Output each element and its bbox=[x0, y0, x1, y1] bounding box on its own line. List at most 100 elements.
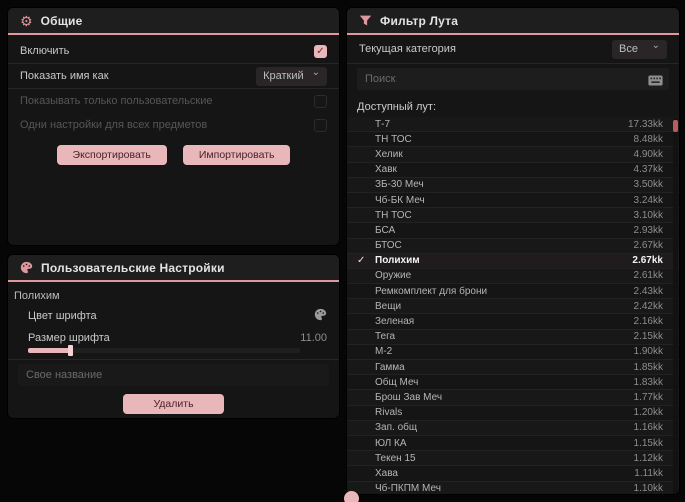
loot-name: БТОС bbox=[375, 240, 402, 252]
loot-row[interactable]: ✓ Полихим 2.67kk bbox=[347, 253, 679, 269]
loot-value: 2.42kk bbox=[633, 300, 663, 312]
font-size-row: Размер шрифта 11.00 bbox=[8, 328, 339, 348]
loot-value: 4.37kk bbox=[633, 164, 663, 176]
gear-icon: ⚙ bbox=[20, 12, 33, 29]
delete-button[interactable]: Удалить bbox=[123, 394, 224, 414]
loot-row[interactable]: Зеленая 2.16kk bbox=[347, 314, 679, 330]
loot-value: 1.20kk bbox=[633, 407, 663, 419]
category-label: Текущая категория bbox=[359, 43, 456, 55]
same-settings-checkbox[interactable] bbox=[314, 118, 327, 132]
loot-name: Чб-ПКПМ Меч bbox=[375, 483, 441, 494]
selected-item-name: Полихим bbox=[14, 290, 60, 302]
import-button[interactable]: Импортировать bbox=[182, 145, 291, 165]
keyboard-icon[interactable] bbox=[648, 73, 663, 91]
custom-panel-title: Пользовательские Настройки bbox=[41, 260, 225, 275]
same-settings-row: Одни настройки для всех предметов bbox=[8, 113, 339, 137]
loot-row[interactable]: БТОС 2.67kk bbox=[347, 238, 679, 254]
loot-value: 2.67kk bbox=[632, 255, 663, 267]
loot-list-label: Доступный лут: bbox=[357, 101, 437, 113]
enable-label: Включить bbox=[20, 45, 70, 57]
loot-name: Оружие bbox=[375, 270, 412, 282]
display-name-label: Показать имя как bbox=[20, 70, 109, 82]
row-divider bbox=[347, 63, 679, 64]
panel-custom-settings: Пользовательские Настройки Полихим Цвет … bbox=[8, 255, 339, 418]
resize-grip-icon[interactable] bbox=[344, 491, 359, 502]
loot-list: Т-7 17.33kk ТН ТОС 8.48kk Хелик 4.90kk Х… bbox=[347, 117, 679, 494]
loot-row[interactable]: ЗБ-30 Меч 3.50kk bbox=[347, 177, 679, 193]
loot-value: 17.33kk bbox=[627, 118, 663, 130]
check-icon: ✓ bbox=[357, 255, 366, 267]
loot-row[interactable]: Брош Зав Меч 1.77kk bbox=[347, 390, 679, 406]
loot-row[interactable]: ТН ТОС 8.48kk bbox=[347, 132, 679, 148]
export-button[interactable]: Экспортировать bbox=[56, 145, 167, 165]
loot-row[interactable]: Хелик 4.90kk bbox=[347, 147, 679, 163]
only-custom-row: Показывать только пользовательские bbox=[8, 89, 339, 113]
loot-row[interactable]: М-2 1.90kk bbox=[347, 345, 679, 360]
loot-name: Rivals bbox=[375, 407, 403, 419]
loot-value: 1.12kk bbox=[633, 452, 663, 464]
loot-value: 2.61kk bbox=[633, 270, 663, 282]
loot-value: 1.15kk bbox=[633, 437, 663, 449]
loot-row[interactable]: Чб-ПКПМ Меч 1.10kk bbox=[347, 481, 679, 494]
loot-name: Текен 15 bbox=[375, 452, 416, 464]
font-size-slider[interactable] bbox=[8, 345, 339, 359]
loot-name: Ремкомплект для брони bbox=[375, 285, 488, 297]
loot-value: 1.16kk bbox=[633, 422, 663, 434]
loot-row[interactable]: Т-7 17.33kk bbox=[347, 117, 679, 133]
filter-panel-title: Фильтр Лута bbox=[380, 13, 459, 28]
font-size-value: 11.00 bbox=[300, 332, 327, 344]
loot-row[interactable]: Общ Меч 1.83kk bbox=[347, 375, 679, 391]
loot-row[interactable]: ТН ТОС 3.10kk bbox=[347, 208, 679, 224]
display-name-row: Показать имя как Краткий bbox=[8, 64, 339, 88]
loot-row[interactable]: Вещи 2.42kk bbox=[347, 299, 679, 315]
scrollbar-thumb[interactable] bbox=[673, 120, 678, 132]
loot-row[interactable]: Rivals 1.20kk bbox=[347, 406, 679, 421]
general-panel-header: ⚙ Общие bbox=[8, 8, 339, 33]
loot-row[interactable]: Гамма 1.85kk bbox=[347, 360, 679, 376]
panel-general: ⚙ Общие Включить Показать имя как Кратки… bbox=[8, 8, 339, 245]
search-input[interactable] bbox=[357, 68, 669, 90]
loot-name: ТН ТОС bbox=[375, 133, 412, 145]
scrollbar[interactable] bbox=[673, 118, 678, 494]
loot-row[interactable]: Зап. общ 1.16kk bbox=[347, 420, 679, 436]
loot-value: 1.11kk bbox=[634, 467, 663, 479]
display-name-dropdown[interactable]: Краткий bbox=[256, 66, 327, 86]
only-custom-checkbox[interactable] bbox=[314, 94, 327, 108]
loot-row[interactable]: БСА 2.93kk bbox=[347, 223, 679, 239]
loot-value: 4.90kk bbox=[633, 148, 663, 160]
font-color-label: Цвет шрифта bbox=[28, 310, 97, 322]
loot-row[interactable]: Хава 1.11kk bbox=[347, 466, 679, 482]
slider-track[interactable] bbox=[28, 345, 300, 356]
loot-name: Зап. общ bbox=[375, 422, 418, 434]
loot-value: 1.10kk bbox=[633, 483, 663, 494]
font-size-label: Размер шрифта bbox=[28, 332, 110, 344]
loot-name: Брош Зав Меч bbox=[375, 391, 443, 403]
color-palette-icon[interactable] bbox=[314, 308, 327, 324]
loot-value: 3.24kk bbox=[633, 194, 663, 206]
loot-name: Гамма bbox=[375, 361, 405, 373]
loot-value: 2.16kk bbox=[633, 316, 663, 328]
loot-row[interactable]: Ремкомплект для брони 2.43kk bbox=[347, 284, 679, 300]
loot-name: Хелик bbox=[375, 148, 403, 160]
enable-checkbox[interactable] bbox=[314, 44, 327, 58]
loot-row[interactable]: Тега 2.15kk bbox=[347, 329, 679, 345]
custom-name-input[interactable] bbox=[18, 364, 329, 386]
enable-row: Включить bbox=[8, 39, 339, 63]
loot-row[interactable]: Оружие 2.61kk bbox=[347, 268, 679, 285]
loot-value: 1.85kk bbox=[633, 361, 663, 373]
only-custom-label: Показывать только пользовательские bbox=[20, 95, 213, 107]
loot-row[interactable]: Хавк 4.37kk bbox=[347, 163, 679, 178]
category-value: Все bbox=[619, 43, 638, 55]
loot-row[interactable]: Чб-БК Меч 3.24kk bbox=[347, 193, 679, 209]
loot-name: Общ Меч bbox=[375, 376, 419, 388]
loot-name: Вещи bbox=[375, 300, 402, 312]
category-row: Текущая категория Все bbox=[347, 35, 679, 63]
loot-row[interactable]: ЮЛ КА 1.15kk bbox=[347, 436, 679, 452]
display-name-value: Краткий bbox=[263, 70, 304, 82]
palette-icon bbox=[20, 261, 33, 274]
loot-value: 1.90kk bbox=[633, 346, 663, 358]
loot-name: БСА bbox=[375, 224, 396, 236]
slider-handle[interactable] bbox=[68, 345, 73, 356]
loot-row[interactable]: Текен 15 1.12kk bbox=[347, 451, 679, 467]
category-dropdown[interactable]: Все bbox=[612, 39, 667, 59]
